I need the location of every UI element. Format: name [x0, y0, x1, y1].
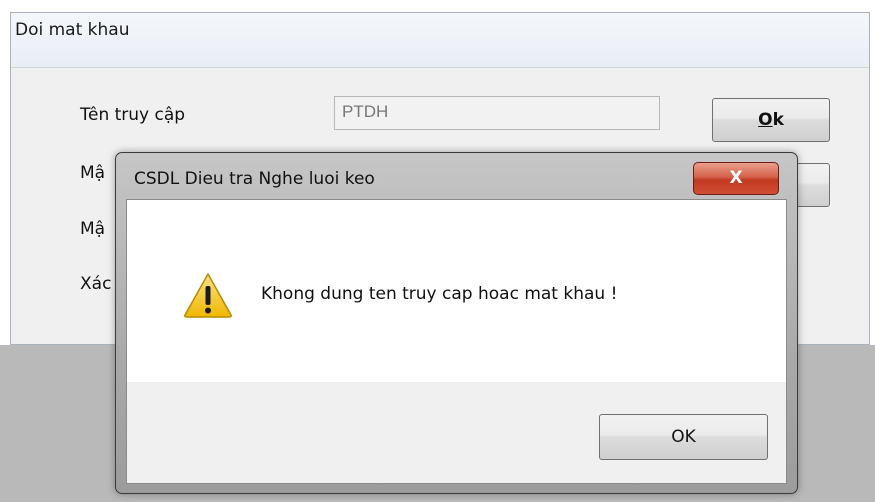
username-input[interactable]: PTDH — [334, 96, 660, 130]
close-icon: X — [729, 168, 743, 188]
warning-icon — [184, 273, 232, 318]
confirm-password-label-partial: Xác — [80, 274, 112, 294]
message-dialog: CSDL Dieu tra Nghe luoi keo X Khong dung… — [115, 152, 798, 494]
password-label-partial: Mậ — [80, 163, 106, 183]
ok-accelerator: O — [758, 110, 773, 130]
ok-label-rest: k — [772, 110, 784, 130]
dialog-title: CSDL Dieu tra Nghe luoi keo — [134, 169, 375, 189]
error-message: Khong dung ten truy cap hoac mat khau ! — [261, 284, 618, 304]
new-password-label-partial: Mậ — [80, 219, 106, 239]
dialog-body: Khong dung ten truy cap hoac mat khau ! … — [126, 199, 787, 484]
ok-button[interactable]: Ok — [712, 98, 830, 142]
username-label: Tên truy cập — [80, 105, 186, 125]
dialog-ok-button[interactable]: OK — [599, 414, 768, 460]
window-title: Doi mat khau — [11, 13, 869, 68]
close-button[interactable]: X — [693, 162, 779, 195]
